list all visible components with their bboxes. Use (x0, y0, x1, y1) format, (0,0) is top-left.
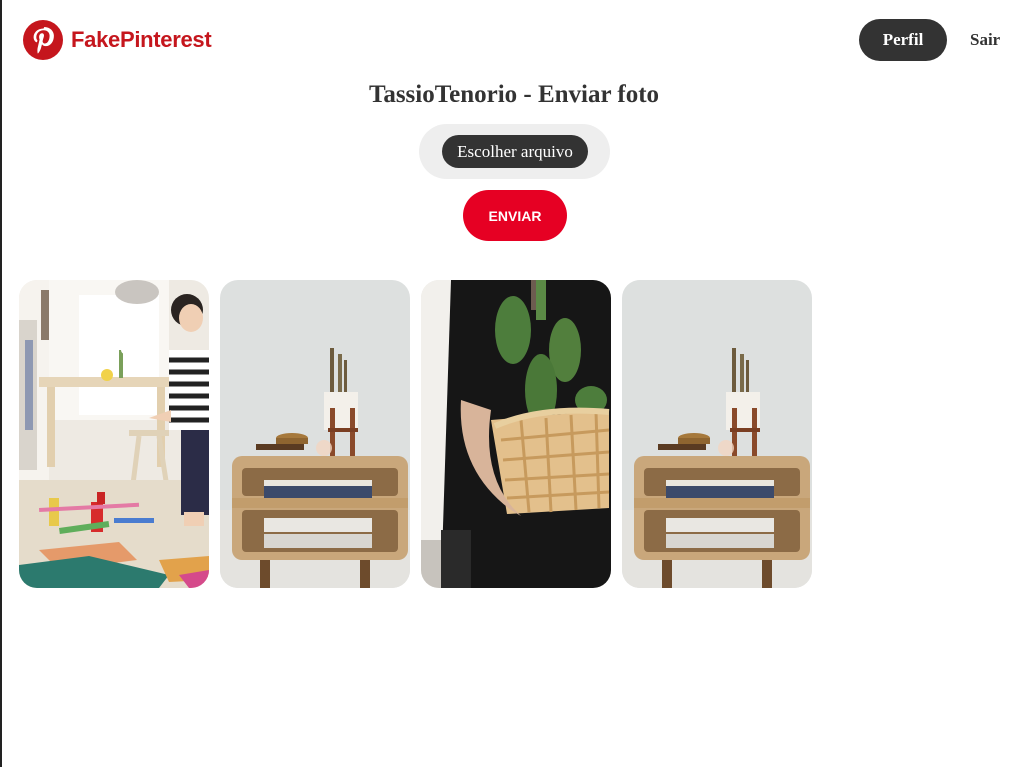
page-title: TassioTenorio - Enviar foto (368, 81, 660, 108)
photo-gallery (19, 280, 812, 588)
logo-link[interactable]: FakePinterest (23, 20, 212, 60)
photo-card[interactable] (622, 280, 812, 588)
nightstand-cactus-photo (220, 280, 410, 588)
submit-button[interactable]: ENVIAR (463, 190, 567, 241)
profile-button[interactable]: Perfil (859, 19, 947, 61)
header: FakePinterest Perfil Sair (2, 0, 1026, 80)
pinterest-logo-icon (23, 20, 63, 60)
photo-card[interactable] (220, 280, 410, 588)
child-playing-photo (19, 280, 209, 588)
choose-file-button[interactable]: Escolher arquivo (442, 135, 588, 168)
photo-card[interactable] (421, 280, 611, 588)
file-input[interactable]: Escolher arquivo (419, 124, 610, 179)
logout-link[interactable]: Sair (970, 19, 1026, 61)
brand-name: FakePinterest (71, 27, 212, 52)
top-nav: Perfil Sair (859, 19, 1026, 61)
photo-card[interactable] (19, 280, 209, 588)
person-cactus-basket-photo (421, 280, 611, 588)
nightstand-cactus-photo (622, 280, 812, 588)
